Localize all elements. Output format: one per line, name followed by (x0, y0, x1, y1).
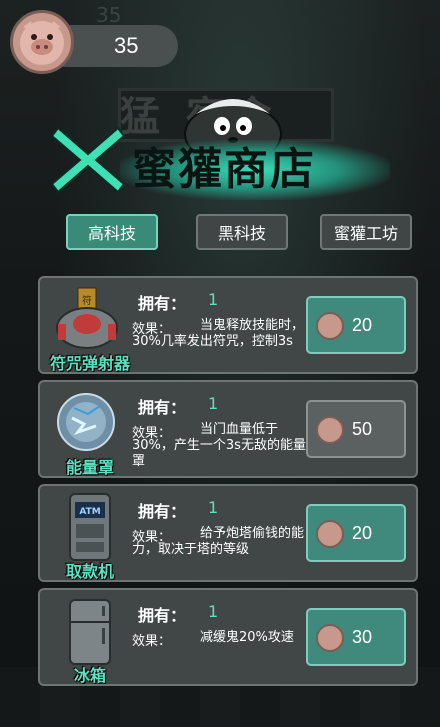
effect-description: 给予炮塔偷钱的能力，取决于塔的等级 (132, 526, 305, 557)
item-name: 冰箱 (73, 666, 106, 685)
tab-black-tech[interactable]: 黑科技 (196, 214, 288, 250)
coin-icon (316, 416, 344, 444)
owned-count: 1 (208, 394, 219, 413)
item-price: 20 (352, 315, 373, 335)
buy-button[interactable]: 50 (306, 400, 406, 458)
shop-title: 蜜獾商店 (132, 144, 316, 195)
coin-icon (316, 520, 344, 548)
buy-button[interactable]: 30 (306, 608, 406, 666)
effect-description: 减缓鬼20%攻速 (200, 630, 294, 645)
shop-item-card: 符 符咒弹射器 拥有： 1 效果： 当鬼释放技能时，30%几率发出符咒，控制3s… (38, 276, 418, 374)
item-name: 符咒弹射器 (49, 354, 130, 373)
item-price: 20 (352, 523, 373, 543)
item-name: 取款机 (65, 562, 114, 581)
owned-label: 拥有： (138, 294, 187, 313)
svg-text:符: 符 (82, 294, 92, 307)
background-top-number: 35 (96, 3, 122, 27)
item-price: 50 (352, 419, 373, 439)
shop-item-card: ATM 取款机 拥有： 1 效果： 给予炮塔偷钱的能力，取决于塔的等级 20 (38, 484, 418, 582)
pig-avatar-icon (10, 10, 74, 74)
tab-badger-workshop[interactable]: 蜜獾工坊 (320, 214, 412, 250)
effect-description: 当门血量低于30%，产生一个3s无敌的能量罩 (132, 422, 306, 469)
buy-button[interactable]: 20 (306, 504, 406, 562)
item-name: 能量罩 (65, 458, 114, 477)
owned-count: 1 (208, 290, 219, 309)
effect-description: 当鬼释放技能时，30%几率发出符咒，控制3s (132, 318, 305, 349)
shop-item-card: 能量罩 拥有： 1 效果： 当门血量低于30%，产生一个3s无敌的能量罩 50 (38, 380, 418, 478)
coin-icon (316, 312, 344, 340)
tab-high-tech[interactable]: 高科技 (66, 214, 158, 250)
owned-label: 拥有： (138, 398, 187, 417)
coin-count: 35 (114, 33, 139, 58)
owned-label: 拥有： (138, 606, 187, 625)
item-price: 30 (352, 627, 373, 647)
shop-item-card: 冰箱 拥有： 1 效果： 减缓鬼20%攻速 30 (38, 588, 418, 686)
svg-text:ATM: ATM (79, 507, 100, 517)
close-icon[interactable] (46, 118, 130, 202)
owned-count: 1 (208, 498, 219, 517)
coin-icon (316, 624, 344, 652)
owned-label: 拥有： (138, 502, 187, 521)
owned-count: 1 (208, 602, 219, 621)
buy-button[interactable]: 20 (306, 296, 406, 354)
